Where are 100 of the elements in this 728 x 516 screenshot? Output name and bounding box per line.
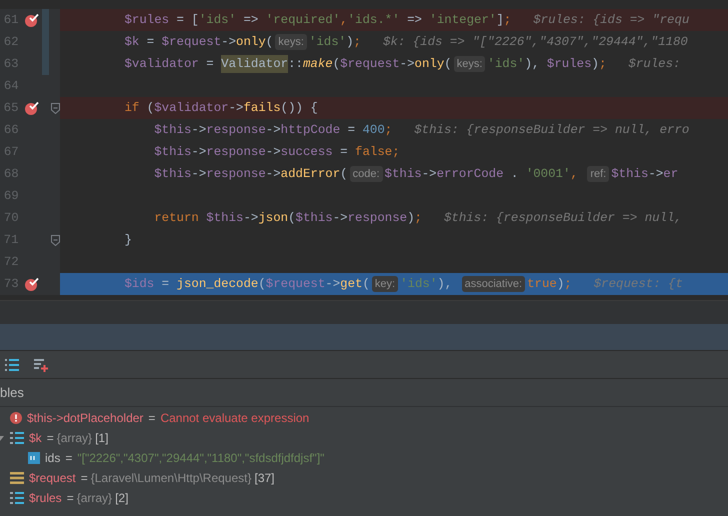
code-token: -> bbox=[266, 166, 281, 183]
code-token: $this bbox=[384, 166, 422, 183]
variable-row[interactable]: $this->dotPlaceholder = Cannot evaluate expression bbox=[0, 408, 728, 428]
variable-equals: = bbox=[65, 450, 72, 467]
code-token: -> bbox=[228, 100, 244, 117]
code-token: -> bbox=[221, 34, 236, 51]
code-token: ; bbox=[354, 34, 361, 51]
code-token: 'ids' bbox=[308, 34, 346, 51]
numbered-list-icon[interactable] bbox=[5, 358, 19, 372]
code-token: -> bbox=[266, 144, 281, 161]
variable-type: {array} bbox=[56, 430, 92, 447]
fold-marker-icon[interactable] bbox=[51, 102, 60, 114]
code-token: ) bbox=[592, 56, 599, 73]
code-token: response bbox=[206, 166, 266, 183]
variable-equals: = bbox=[46, 430, 54, 447]
code-token: 'ids.*' bbox=[348, 12, 400, 29]
variable-type: {Laravel\Lumen\Http\Request} bbox=[90, 470, 252, 487]
code-token: $this bbox=[153, 122, 192, 139]
variable-equals: = bbox=[80, 470, 88, 487]
parameter-hint: keys: bbox=[275, 34, 307, 50]
code-token: ] bbox=[496, 12, 504, 29]
parameter-hint: associative: bbox=[462, 276, 526, 292]
breakpoint-check-icon[interactable] bbox=[24, 13, 40, 27]
code-token: -> bbox=[266, 122, 281, 139]
code-token: ( bbox=[266, 34, 274, 51]
variable-name: $rules bbox=[29, 490, 62, 507]
code-token: $validator bbox=[154, 100, 229, 117]
code-token: json bbox=[258, 210, 288, 227]
code-token: -> bbox=[648, 166, 664, 183]
variable-row[interactable]: ids = "["2226","4307","29444","1180","sfdsdfjdfdjsf"]" bbox=[0, 448, 728, 468]
code-token: = [ bbox=[176, 12, 199, 29]
variable-row[interactable]: $rules = {array} [2] bbox=[0, 488, 728, 508]
code-token: get bbox=[340, 276, 362, 293]
code-token: = bbox=[205, 56, 215, 73]
code-token: ( bbox=[258, 276, 266, 293]
code-token: => bbox=[406, 12, 423, 29]
code-token: errorCode bbox=[436, 166, 504, 183]
code-token: . bbox=[510, 166, 520, 183]
code-token: $ids bbox=[123, 276, 154, 293]
code-token: response bbox=[206, 144, 266, 161]
code-token: response bbox=[348, 210, 408, 227]
breakpoint-check-icon[interactable] bbox=[24, 277, 40, 291]
code-token: ( bbox=[332, 56, 340, 73]
code-token: $this bbox=[153, 144, 192, 161]
variable-count: [2] bbox=[115, 490, 128, 507]
code-token: ) bbox=[407, 210, 415, 227]
variable-count: [37] bbox=[254, 470, 275, 487]
panel-title: bles bbox=[0, 384, 24, 402]
code-token: $validator bbox=[123, 56, 199, 73]
code-token: ; bbox=[414, 210, 422, 227]
code-token: ; bbox=[384, 122, 392, 139]
code-token: true bbox=[527, 276, 557, 293]
code-token: 'ids' bbox=[400, 276, 438, 293]
code-token: , bbox=[570, 166, 579, 183]
code-token: 'ids' bbox=[487, 56, 525, 73]
variable-name: $k bbox=[29, 430, 42, 447]
variable-row[interactable]: $request = {Laravel\Lumen\Http\Request} [37] bbox=[0, 468, 728, 488]
code-token: ) bbox=[346, 34, 354, 51]
parameter-hint: ref: bbox=[587, 166, 610, 182]
array-icon bbox=[10, 432, 24, 444]
code-token: $this bbox=[296, 210, 333, 227]
code-token: $request bbox=[340, 56, 400, 73]
code-token: 'integer' bbox=[429, 12, 496, 29]
code-token: 'required' bbox=[266, 12, 340, 29]
code-token: only bbox=[414, 56, 444, 73]
code-token: = bbox=[160, 276, 170, 293]
variable-name: ids bbox=[45, 450, 60, 467]
code-token: $k bbox=[123, 34, 140, 51]
code-token: = bbox=[346, 122, 356, 139]
code-token: = bbox=[339, 144, 349, 161]
code-token: ()) { bbox=[280, 100, 318, 117]
array-icon bbox=[10, 492, 24, 504]
inline-debug-value: $k: {ids => "["2226","4307","29444","1180 bbox=[382, 34, 688, 51]
code-token: => bbox=[242, 12, 260, 29]
code-token: = bbox=[146, 34, 156, 51]
code-token: $request bbox=[162, 34, 222, 51]
variable-type: {array} bbox=[76, 490, 112, 507]
parameter-hint: key: bbox=[372, 276, 398, 292]
code-token: response bbox=[206, 122, 266, 139]
error-icon bbox=[10, 412, 22, 424]
code-token: , bbox=[340, 12, 348, 29]
code-token: Validator bbox=[221, 54, 288, 74]
add-to-list-icon[interactable] bbox=[34, 358, 48, 372]
code-token: false; bbox=[355, 144, 400, 161]
variable-count: [1] bbox=[95, 430, 108, 447]
breakpoint-check-icon[interactable] bbox=[24, 101, 40, 115]
variable-row[interactable]: $k = {array} [1] bbox=[0, 428, 728, 448]
variable-equals: = bbox=[66, 490, 74, 507]
code-token: make bbox=[302, 56, 333, 73]
code-token: ) bbox=[556, 276, 564, 293]
code-token: $rules bbox=[546, 56, 592, 73]
code-token: fails bbox=[243, 100, 281, 117]
code-token: -> bbox=[191, 122, 206, 139]
code-token: ), bbox=[437, 276, 454, 293]
variable-name: $this->dotPlaceholder bbox=[27, 410, 144, 427]
code-token: -> bbox=[191, 144, 206, 161]
fold-marker-icon[interactable] bbox=[51, 234, 60, 246]
code-token: $this bbox=[205, 210, 244, 227]
code-token: success bbox=[280, 144, 333, 161]
code-token: -> bbox=[332, 210, 348, 227]
